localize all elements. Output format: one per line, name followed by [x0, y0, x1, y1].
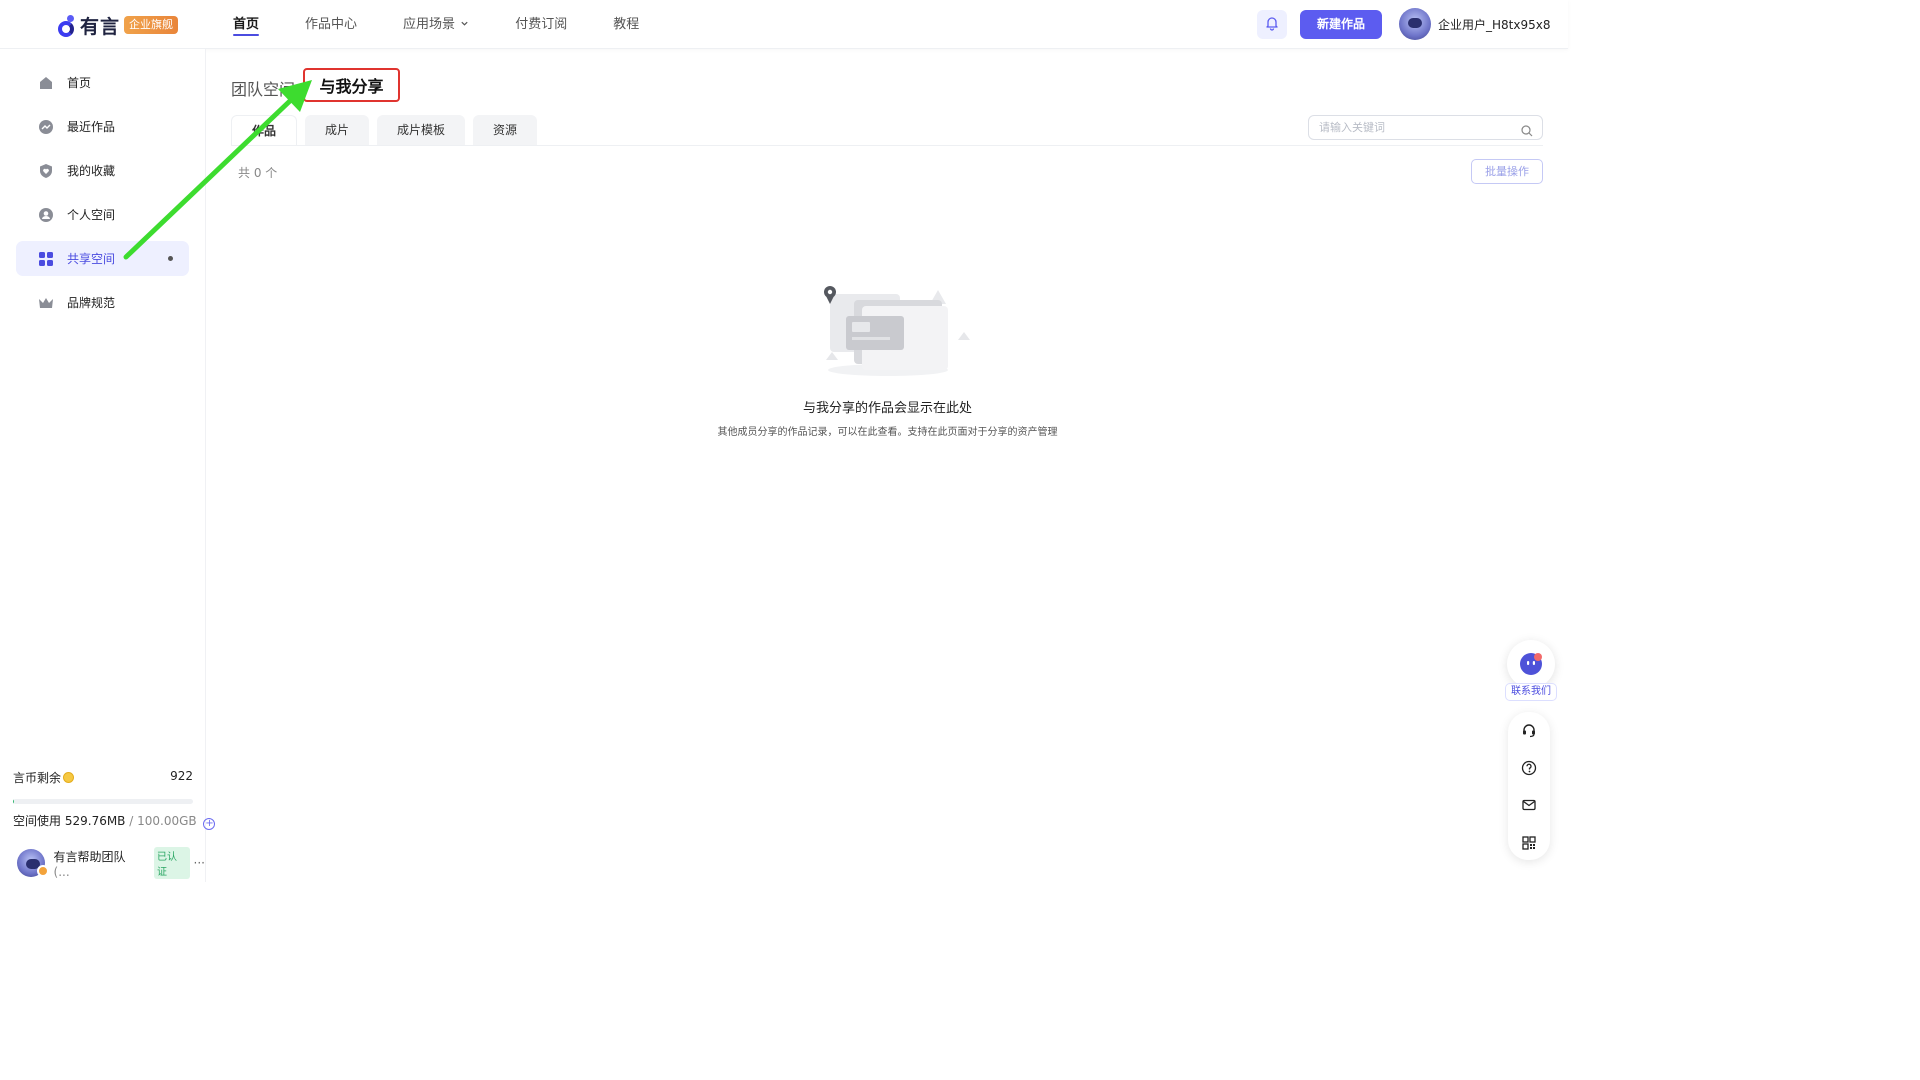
notification-button[interactable]	[1257, 10, 1287, 39]
search-input[interactable]: 请输入关键词	[1308, 115, 1543, 140]
sidebar-item-label: 最近作品	[67, 120, 116, 134]
tab-video-templates[interactable]: 成片模板	[377, 115, 466, 146]
qrcode-icon[interactable]	[1519, 833, 1539, 853]
contact-us-label: 联系我们	[1505, 683, 1557, 701]
sidebar-item-brand[interactable]: 品牌规范	[16, 285, 189, 320]
pin-dot-icon	[168, 256, 173, 261]
nav-scenarios-label: 应用场景	[403, 17, 456, 32]
top-bar: 有言 企业旗舰 首页 作品中心 应用场景 付费订阅 教程 新建作品 企业用户_H…	[0, 0, 1568, 49]
item-count: 共 0 个	[238, 166, 278, 180]
empty-state-title: 与我分享的作品会显示在此处	[0, 397, 1775, 416]
empty-state-title-text: 与我分享的作品会显示在此处	[802, 401, 972, 416]
sidebar-item-label: 首页	[67, 76, 92, 90]
team-switcher[interactable]: 有言帮助团队 (... 已认证 ···	[17, 847, 205, 879]
coins-label: 言币剩余	[13, 771, 62, 785]
content-tabs: 作品 成片 成片模板 资源	[231, 115, 545, 146]
help-icon[interactable]	[1519, 758, 1539, 778]
team-name: 有言帮助团队 (...	[54, 848, 144, 879]
grid-icon	[38, 251, 54, 267]
sidebar-item-favorites[interactable]: 我的收藏	[16, 153, 189, 188]
sidebar-item-label: 共享空间	[67, 252, 116, 266]
sidebar-item-label: 品牌规范	[67, 296, 116, 310]
storage-row: 空间使用 529.76MB / 100.00GB +	[13, 812, 216, 830]
search-placeholder: 请输入关键词	[1319, 121, 1385, 134]
home-icon	[38, 75, 54, 91]
nav-home[interactable]: 首页	[233, 0, 260, 49]
nav-tutorial[interactable]: 教程	[613, 0, 639, 49]
top-nav: 首页 作品中心 应用场景 付费订阅 教程	[233, 0, 685, 49]
sidebar-item-home[interactable]: 首页	[16, 65, 189, 100]
batch-operation-button[interactable]: 批量操作	[1471, 159, 1543, 184]
user-name: 企业用户_H8tx95x8	[1438, 17, 1551, 32]
new-work-button[interactable]: 新建作品	[1300, 10, 1382, 39]
more-icon[interactable]: ···	[194, 856, 205, 870]
tab-team-space[interactable]: 团队空间	[231, 76, 295, 100]
storage-bar-fill	[13, 799, 14, 804]
contact-us-widget[interactable]: 联系我们	[1505, 640, 1557, 702]
sidebar-item-label: 个人空间	[67, 208, 116, 222]
nav-works-center[interactable]: 作品中心	[305, 0, 357, 49]
bell-icon	[1264, 15, 1280, 35]
logo-mark-icon	[58, 14, 78, 37]
empty-state-subtitle: 其他成员分享的作品记录，可以在此查看。支持在此页面对于分享的资产管理	[0, 423, 1775, 438]
sidebar: 首页 最近作品 我的收藏 个人空间 共享空间 品牌规范 言币剩余 922 空间使…	[0, 49, 216, 882]
tab-resources[interactable]: 资源	[473, 115, 538, 146]
logo-text: 有言	[80, 16, 121, 38]
coin-icon	[63, 772, 75, 783]
team-name-text: 有言帮助团队	[53, 849, 126, 864]
heart-shield-icon	[38, 163, 54, 179]
sidebar-item-recent[interactable]: 最近作品	[16, 109, 189, 144]
user-menu[interactable]: 企业用户_H8tx95x8	[1399, 8, 1550, 40]
trend-icon	[38, 119, 54, 135]
logo[interactable]: 有言	[58, 12, 120, 39]
chevron-down-icon	[457, 20, 469, 31]
team-name-more: (...	[53, 864, 70, 879]
tab-shared-with-me[interactable]: 与我分享	[303, 68, 400, 102]
storage-used: 529.76MB	[64, 814, 126, 828]
enterprise-badge: 企业旗舰	[124, 16, 178, 34]
tab-divider	[231, 145, 1543, 146]
empty-state-illustration	[818, 282, 978, 382]
sidebar-item-label: 我的收藏	[67, 164, 116, 178]
nav-subscription[interactable]: 付费订阅	[515, 0, 567, 49]
search-icon[interactable]	[1521, 122, 1533, 145]
tab-works[interactable]: 作品	[231, 115, 298, 146]
sidebar-item-shared[interactable]: 共享空间	[16, 241, 189, 276]
coins-row: 言币剩余 922	[13, 769, 193, 786]
float-toolbar	[1508, 712, 1550, 860]
avatar	[1399, 8, 1431, 40]
team-avatar-badge-icon	[37, 865, 49, 877]
storage-label: 空间使用	[13, 814, 62, 828]
coins-value: 922	[170, 769, 193, 783]
verified-badge: 已认证	[154, 847, 190, 879]
storage-total: / 100.00GB	[129, 814, 197, 828]
crown-icon	[38, 295, 54, 311]
tab-videos[interactable]: 成片	[305, 115, 370, 146]
storage-bar	[13, 799, 193, 804]
nav-scenarios[interactable]: 应用场景	[403, 0, 469, 49]
mail-icon[interactable]	[1519, 795, 1539, 815]
robot-assistant-icon	[1507, 640, 1555, 688]
person-icon	[38, 207, 54, 223]
sidebar-item-personal[interactable]: 个人空间	[16, 197, 189, 232]
headset-icon[interactable]	[1519, 720, 1539, 740]
add-storage-icon[interactable]: +	[203, 818, 216, 830]
empty-state-subtitle-text: 其他成员分享的作品记录，可以在此查看。支持在此页面对于分享的资产管理	[717, 427, 1058, 438]
